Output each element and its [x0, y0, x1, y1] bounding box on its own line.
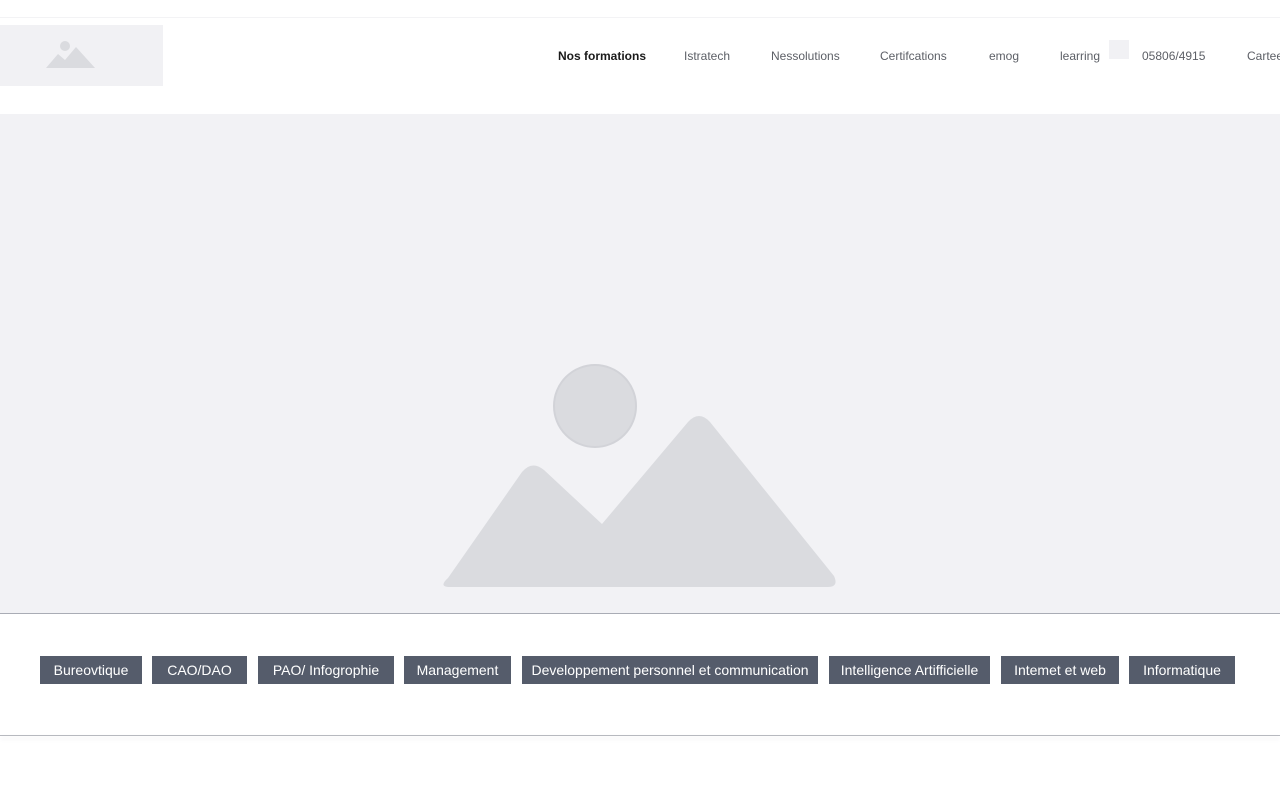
category-informatique[interactable]: Informatique — [1129, 656, 1235, 684]
main-nav: Nos formations Istratech Nessolutions Ce… — [0, 49, 1280, 65]
category-pao-infographie[interactable]: PAO/ Infogrophie — [258, 656, 394, 684]
top-divider — [0, 17, 1280, 18]
nav-nos-formations[interactable]: Nos formations — [558, 49, 646, 63]
category-buttons: Bureovtique CAO/DAO PAO/ Infogrophie Man… — [0, 656, 1280, 684]
nav-certifications[interactable]: Certifcations — [880, 49, 947, 63]
category-bureautique[interactable]: Bureovtique — [40, 656, 142, 684]
nav-istratech[interactable]: Istratech — [684, 49, 730, 63]
small-image-icon — [1109, 40, 1129, 59]
category-developpement-personnel[interactable]: Developpement personnel et communication — [522, 656, 818, 684]
hero-image-placeholder — [0, 114, 1280, 614]
nav-emog[interactable]: emog — [989, 49, 1019, 63]
nav-phone[interactable]: 05806/4915 — [1142, 49, 1205, 63]
nav-nessolutions[interactable]: Nessolutions — [771, 49, 840, 63]
category-management[interactable]: Management — [404, 656, 511, 684]
nav-learring[interactable]: learring — [1060, 49, 1100, 63]
category-internet-web[interactable]: Intemet et web — [1001, 656, 1119, 684]
nav-cartee[interactable]: Cartee — [1247, 49, 1280, 63]
category-intelligence-artificielle[interactable]: Intelligence Artifficielle — [829, 656, 990, 684]
image-placeholder-icon — [443, 364, 836, 587]
section-divider — [0, 735, 1280, 736]
category-cao-dao[interactable]: CAO/DAO — [152, 656, 247, 684]
